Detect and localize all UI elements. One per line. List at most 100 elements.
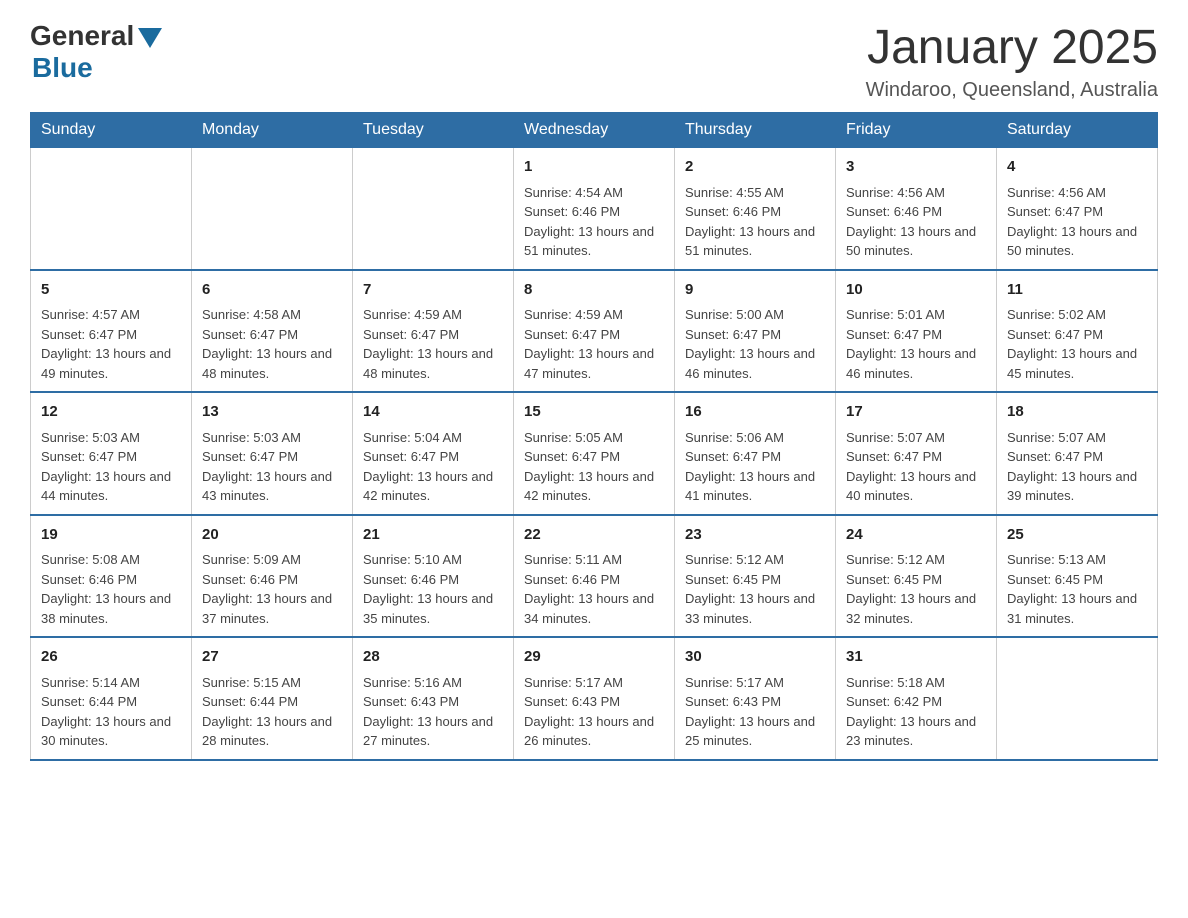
- day-number: 7: [363, 279, 503, 302]
- calendar-cell: 5 Sunrise: 4:57 AM Sunset: 6:47 PM Daylig…: [31, 270, 192, 393]
- day-number: 27: [202, 646, 342, 669]
- day-number: 15: [524, 401, 664, 424]
- day-number: 11: [1007, 279, 1147, 302]
- calendar-cell: 15 Sunrise: 5:05 AM Sunset: 6:47 PM Dayli…: [514, 392, 675, 515]
- day-info: Sunrise: 4:56 AM Sunset: 6:46 PM Dayligh…: [846, 183, 986, 261]
- calendar-header-wednesday: Wednesday: [514, 113, 675, 148]
- logo-arrow-icon: [138, 28, 162, 48]
- day-info: Sunrise: 4:57 AM Sunset: 6:47 PM Dayligh…: [41, 305, 181, 383]
- calendar-cell: 22Sunrise: 5:11 AM Sunset: 6:46 PM Dayli…: [514, 515, 675, 638]
- day-info: Sunrise: 5:10 AM Sunset: 6:46 PM Dayligh…: [363, 550, 503, 628]
- calendar-week-row: 19 Sunrise: 5:08 AM Sunset: 6:46 PM Dayli…: [31, 515, 1158, 638]
- calendar-cell: 14 Sunrise: 5:04 AM Sunset: 6:47 PM Dayli…: [353, 392, 514, 515]
- calendar-cell: 28Sunrise: 5:16 AM Sunset: 6:43 PM Dayli…: [353, 637, 514, 760]
- day-info: Sunrise: 5:05 AM Sunset: 6:47 PM Dayligh…: [524, 428, 664, 506]
- day-info: Sunrise: 5:17 AM Sunset: 6:43 PM Dayligh…: [524, 673, 664, 751]
- calendar-cell: 7 Sunrise: 4:59 AM Sunset: 6:47 PM Daylig…: [353, 270, 514, 393]
- day-info: Sunrise: 5:17 AM Sunset: 6:43 PM Dayligh…: [685, 673, 825, 751]
- day-info: Sunrise: 4:54 AM Sunset: 6:46 PM Dayligh…: [524, 183, 664, 261]
- calendar-cell: [997, 637, 1158, 760]
- day-number: 4: [1007, 156, 1147, 179]
- calendar-cell: [192, 148, 353, 270]
- day-number: 25: [1007, 524, 1147, 547]
- page-title: January 2025: [866, 20, 1158, 75]
- calendar-cell: [31, 148, 192, 270]
- calendar-header-monday: Monday: [192, 113, 353, 148]
- day-info: Sunrise: 5:15 AM Sunset: 6:44 PM Dayligh…: [202, 673, 342, 751]
- day-number: 6: [202, 279, 342, 302]
- calendar-week-row: 26 Sunrise: 5:14 AM Sunset: 6:44 PM Dayli…: [31, 637, 1158, 760]
- calendar-week-row: 1 Sunrise: 4:54 AM Sunset: 6:46 PM Daylig…: [31, 148, 1158, 270]
- day-info: Sunrise: 5:08 AM Sunset: 6:46 PM Dayligh…: [41, 550, 181, 628]
- day-number: 9: [685, 279, 825, 302]
- calendar-cell: 16 Sunrise: 5:06 AM Sunset: 6:47 PM Dayli…: [675, 392, 836, 515]
- day-info: Sunrise: 5:11 AM Sunset: 6:46 PM Dayligh…: [524, 550, 664, 628]
- day-info: Sunrise: 5:12 AM Sunset: 6:45 PM Dayligh…: [685, 550, 825, 628]
- day-info: Sunrise: 5:14 AM Sunset: 6:44 PM Dayligh…: [41, 673, 181, 751]
- calendar-week-row: 5 Sunrise: 4:57 AM Sunset: 6:47 PM Daylig…: [31, 270, 1158, 393]
- calendar-cell: 27 Sunrise: 5:15 AM Sunset: 6:44 PM Dayli…: [192, 637, 353, 760]
- day-info: Sunrise: 5:02 AM Sunset: 6:47 PM Dayligh…: [1007, 305, 1147, 383]
- day-info: Sunrise: 5:00 AM Sunset: 6:47 PM Dayligh…: [685, 305, 825, 383]
- day-info: Sunrise: 5:06 AM Sunset: 6:47 PM Dayligh…: [685, 428, 825, 506]
- logo-general-text: General: [30, 20, 134, 52]
- day-number: 14: [363, 401, 503, 424]
- calendar-cell: 3 Sunrise: 4:56 AM Sunset: 6:46 PM Daylig…: [836, 148, 997, 270]
- calendar-cell: 25 Sunrise: 5:13 AM Sunset: 6:45 PM Dayli…: [997, 515, 1158, 638]
- day-number: 26: [41, 646, 181, 669]
- day-info: Sunrise: 5:12 AM Sunset: 6:45 PM Dayligh…: [846, 550, 986, 628]
- day-number: 10: [846, 279, 986, 302]
- day-number: 30: [685, 646, 825, 669]
- calendar-cell: 10 Sunrise: 5:01 AM Sunset: 6:47 PM Dayli…: [836, 270, 997, 393]
- day-info: Sunrise: 4:56 AM Sunset: 6:47 PM Dayligh…: [1007, 183, 1147, 261]
- day-number: 8: [524, 279, 664, 302]
- day-number: 31: [846, 646, 986, 669]
- day-info: Sunrise: 5:04 AM Sunset: 6:47 PM Dayligh…: [363, 428, 503, 506]
- day-number: 17: [846, 401, 986, 424]
- calendar-cell: 9 Sunrise: 5:00 AM Sunset: 6:47 PM Daylig…: [675, 270, 836, 393]
- calendar-cell: 30 Sunrise: 5:17 AM Sunset: 6:43 PM Dayli…: [675, 637, 836, 760]
- calendar-cell: 17 Sunrise: 5:07 AM Sunset: 6:47 PM Dayli…: [836, 392, 997, 515]
- calendar-header-friday: Friday: [836, 113, 997, 148]
- day-number: 16: [685, 401, 825, 424]
- day-info: Sunrise: 5:07 AM Sunset: 6:47 PM Dayligh…: [846, 428, 986, 506]
- page-subtitle: Windaroo, Queensland, Australia: [866, 79, 1158, 102]
- day-info: Sunrise: 5:03 AM Sunset: 6:47 PM Dayligh…: [41, 428, 181, 506]
- calendar-cell: [353, 148, 514, 270]
- calendar-cell: 29Sunrise: 5:17 AM Sunset: 6:43 PM Dayli…: [514, 637, 675, 760]
- calendar-header-row: SundayMondayTuesdayWednesdayThursdayFrid…: [31, 113, 1158, 148]
- day-number: 1: [524, 156, 664, 179]
- calendar-header-sunday: Sunday: [31, 113, 192, 148]
- calendar-header-thursday: Thursday: [675, 113, 836, 148]
- day-number: 5: [41, 279, 181, 302]
- day-info: Sunrise: 4:59 AM Sunset: 6:47 PM Dayligh…: [363, 305, 503, 383]
- day-number: 19: [41, 524, 181, 547]
- calendar-cell: 21Sunrise: 5:10 AM Sunset: 6:46 PM Dayli…: [353, 515, 514, 638]
- calendar-cell: 6 Sunrise: 4:58 AM Sunset: 6:47 PM Daylig…: [192, 270, 353, 393]
- calendar-header-tuesday: Tuesday: [353, 113, 514, 148]
- page-header: General Blue January 2025 Windaroo, Quee…: [30, 20, 1158, 102]
- day-info: Sunrise: 4:59 AM Sunset: 6:47 PM Dayligh…: [524, 305, 664, 383]
- calendar-table: SundayMondayTuesdayWednesdayThursdayFrid…: [30, 112, 1158, 761]
- day-info: Sunrise: 4:58 AM Sunset: 6:47 PM Dayligh…: [202, 305, 342, 383]
- calendar-header-saturday: Saturday: [997, 113, 1158, 148]
- day-info: Sunrise: 5:03 AM Sunset: 6:47 PM Dayligh…: [202, 428, 342, 506]
- day-number: 3: [846, 156, 986, 179]
- calendar-cell: 20Sunrise: 5:09 AM Sunset: 6:46 PM Dayli…: [192, 515, 353, 638]
- day-number: 13: [202, 401, 342, 424]
- day-info: Sunrise: 5:09 AM Sunset: 6:46 PM Dayligh…: [202, 550, 342, 628]
- calendar-cell: 19 Sunrise: 5:08 AM Sunset: 6:46 PM Dayli…: [31, 515, 192, 638]
- calendar-cell: 4 Sunrise: 4:56 AM Sunset: 6:47 PM Daylig…: [997, 148, 1158, 270]
- calendar-cell: 8 Sunrise: 4:59 AM Sunset: 6:47 PM Daylig…: [514, 270, 675, 393]
- day-number: 23: [685, 524, 825, 547]
- day-info: Sunrise: 5:07 AM Sunset: 6:47 PM Dayligh…: [1007, 428, 1147, 506]
- logo: General Blue: [30, 20, 162, 84]
- calendar-cell: 1 Sunrise: 4:54 AM Sunset: 6:46 PM Daylig…: [514, 148, 675, 270]
- day-number: 2: [685, 156, 825, 179]
- day-info: Sunrise: 5:01 AM Sunset: 6:47 PM Dayligh…: [846, 305, 986, 383]
- logo-blue-text: Blue: [32, 52, 93, 84]
- calendar-cell: 2Sunrise: 4:55 AM Sunset: 6:46 PM Daylig…: [675, 148, 836, 270]
- day-number: 24: [846, 524, 986, 547]
- title-block: January 2025 Windaroo, Queensland, Austr…: [866, 20, 1158, 102]
- day-info: Sunrise: 5:13 AM Sunset: 6:45 PM Dayligh…: [1007, 550, 1147, 628]
